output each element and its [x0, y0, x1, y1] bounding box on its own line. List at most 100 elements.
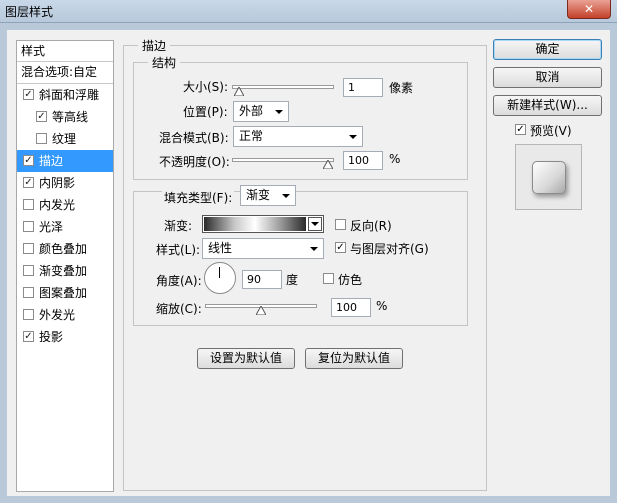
style-item[interactable]: ✓ 斜面和浮雕 [17, 84, 113, 106]
angle-input[interactable]: 90 [242, 270, 282, 289]
fill-group: 填充类型(F): 渐变 渐变: 反向(R) 样式(L): 线性 ✓ 与图层对齐(… [133, 185, 468, 326]
reverse-checkbox[interactable] [335, 219, 346, 230]
dialog-body: 样式 混合选项:自定 ✓ 斜面和浮雕 ✓ 等高线 纹理 ✓ 描边 ✓ 内阴影 内发光 光泽 颜色叠加渐… [7, 30, 610, 496]
style-item[interactable]: 外发光 [17, 304, 113, 326]
stroke-panel: 描边 结构 大小(S): 1 像素 位置(P): 外部 混合模式(B): 正常 … [123, 37, 487, 491]
opacity-slider[interactable] [232, 158, 334, 169]
close-button[interactable]: ✕ [567, 0, 611, 19]
position-select[interactable]: 外部 [233, 101, 289, 122]
style-item-label: 投影 [39, 330, 64, 344]
style-item[interactable]: ✓ 等高线 [17, 106, 113, 128]
chevron-down-icon [275, 110, 283, 114]
style-item-checkbox[interactable] [23, 287, 34, 298]
style-item-checkbox[interactable] [23, 199, 34, 210]
style-item-checkbox[interactable] [23, 243, 34, 254]
style-item-checkbox[interactable] [36, 133, 47, 144]
styles-header[interactable]: 样式 [17, 41, 113, 62]
style-item-checkbox[interactable]: ✓ [36, 111, 47, 122]
style-item[interactable]: ✓ 内阴影 [17, 172, 113, 194]
preview-label[interactable]: 预览(V) [530, 122, 572, 139]
scale-slider-thumb[interactable] [256, 306, 266, 315]
style-item-label: 图案叠加 [39, 286, 88, 300]
style-item[interactable]: 内发光 [17, 194, 113, 216]
style-item-checkbox[interactable]: ✓ [23, 177, 34, 188]
dither-label[interactable]: 仿色 [338, 271, 362, 288]
gradient-swatch [204, 217, 306, 231]
style-item-checkbox[interactable]: ✓ [23, 155, 34, 166]
angle-label: 角度(A): [156, 274, 202, 288]
style-item[interactable]: ✓ 描边 [17, 150, 113, 172]
style-item-label: 斜面和浮雕 [39, 88, 100, 102]
fill-type-select[interactable]: 渐变 [240, 185, 296, 206]
style-item-checkbox[interactable] [23, 309, 34, 320]
gradient-dropdown-button[interactable] [308, 217, 322, 231]
style-item-checkbox[interactable] [23, 221, 34, 232]
preview-swatch [532, 161, 566, 194]
scale-input[interactable]: 100 [331, 298, 371, 317]
fill-type-value: 渐变 [246, 188, 271, 202]
style-item-label: 光泽 [39, 220, 64, 234]
gradient-picker[interactable] [202, 215, 324, 233]
new-style-button[interactable]: 新建样式(W)... [493, 95, 602, 116]
style-select[interactable]: 线性 [202, 238, 324, 259]
style-item-checkbox[interactable]: ✓ [23, 89, 34, 100]
blending-options-item[interactable]: 混合选项:自定 [17, 62, 113, 84]
scale-unit: % [376, 299, 388, 313]
style-item-label: 纹理 [52, 132, 77, 146]
style-item-label: 颜色叠加 [39, 242, 88, 256]
make-default-button[interactable]: 设置为默认值 [197, 348, 295, 369]
gradient-label: 渐变: [164, 219, 193, 233]
angle-unit: 度 [286, 273, 299, 287]
style-item[interactable]: 纹理 [17, 128, 113, 150]
size-slider-thumb[interactable] [233, 87, 244, 96]
style-item-label: 等高线 [52, 110, 89, 124]
chevron-down-icon [349, 135, 357, 139]
reset-default-button[interactable]: 复位为默认值 [305, 348, 403, 369]
stroke-panel-title: 描边 [138, 37, 171, 54]
structure-group: 结构 大小(S): 1 像素 位置(P): 外部 混合模式(B): 正常 不透明… [133, 54, 468, 180]
size-label: 大小(S): [183, 80, 229, 94]
style-value: 线性 [208, 241, 233, 255]
style-item[interactable]: 渐变叠加 [17, 260, 113, 282]
dither-checkbox[interactable] [323, 273, 334, 284]
style-item-label: 外发光 [39, 308, 76, 322]
opacity-label: 不透明度(O): [159, 155, 230, 169]
title-bar: 图层样式 ✕ [0, 0, 617, 23]
blend-mode-label: 混合模式(B): [159, 131, 229, 145]
chevron-down-icon [310, 247, 318, 251]
opacity-input[interactable]: 100 [343, 151, 383, 170]
style-preview [515, 144, 582, 210]
ok-button[interactable]: 确定 [493, 39, 602, 60]
structure-title: 结构 [148, 54, 181, 71]
size-input[interactable]: 1 [343, 78, 383, 97]
angle-dial[interactable] [204, 262, 236, 294]
reverse-label[interactable]: 反向(R) [350, 217, 392, 234]
style-label: 样式(L): [156, 243, 201, 257]
position-label: 位置(P): [183, 105, 228, 119]
align-with-layer-checkbox[interactable]: ✓ [335, 242, 346, 253]
chevron-down-icon [311, 222, 319, 226]
blend-mode-select[interactable]: 正常 [233, 126, 363, 147]
angle-dial-hand [219, 267, 220, 278]
style-item-checkbox[interactable] [23, 265, 34, 276]
style-item[interactable]: 光泽 [17, 216, 113, 238]
cancel-button[interactable]: 取消 [493, 67, 602, 88]
opacity-unit: % [389, 152, 401, 166]
scale-label: 缩放(C): [156, 302, 202, 316]
style-item-label: 内发光 [39, 198, 76, 212]
scale-slider[interactable] [205, 304, 317, 315]
fill-type-label: 填充类型(F): [162, 189, 235, 206]
preview-checkbox[interactable]: ✓ [515, 124, 526, 135]
size-slider[interactable] [232, 85, 334, 96]
blend-mode-value: 正常 [239, 129, 264, 143]
style-item-checkbox[interactable]: ✓ [23, 331, 34, 342]
chevron-down-icon [282, 194, 290, 198]
align-with-layer-label[interactable]: 与图层对齐(G) [350, 240, 429, 257]
style-item[interactable]: 图案叠加 [17, 282, 113, 304]
style-item[interactable]: ✓ 投影 [17, 326, 113, 348]
position-value: 外部 [239, 104, 264, 118]
style-item-label: 渐变叠加 [39, 264, 88, 278]
opacity-slider-thumb[interactable] [323, 160, 333, 169]
style-item[interactable]: 颜色叠加 [17, 238, 113, 260]
style-item-label: 描边 [39, 154, 64, 168]
